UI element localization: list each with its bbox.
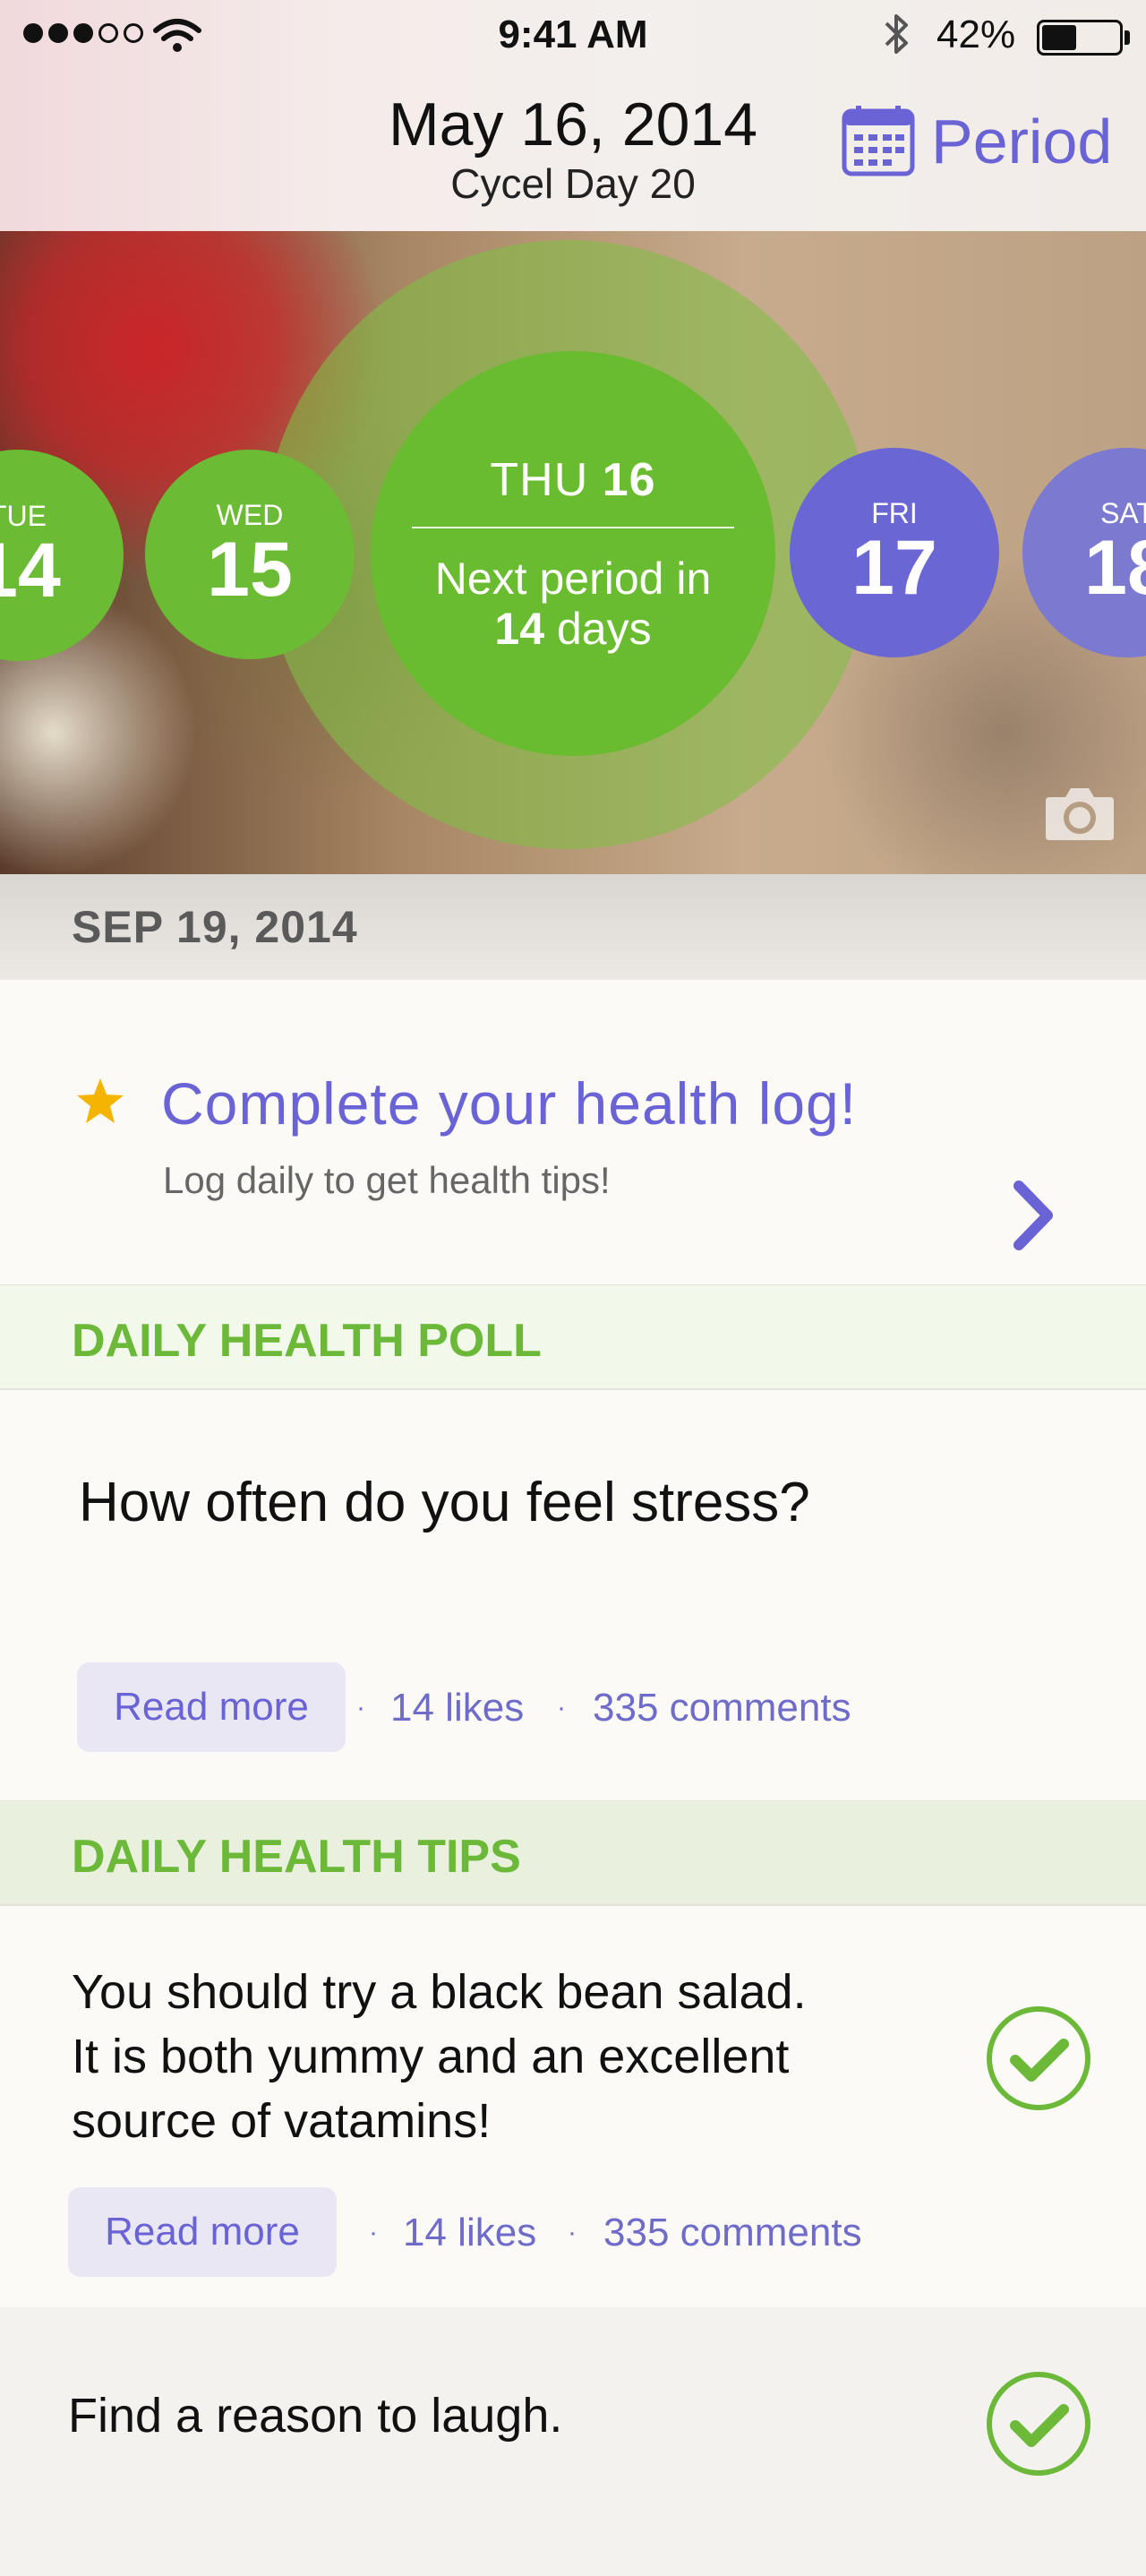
tip-text: You should try a black bean salad. It is… <box>72 1960 931 2153</box>
health-log-title: Complete your health log! <box>161 1070 858 1137</box>
battery-icon <box>1037 20 1123 56</box>
check-circle-icon[interactable] <box>985 2370 1092 2477</box>
next-period-count: 14 days <box>435 604 712 654</box>
day-name: FRI <box>871 497 918 529</box>
camera-icon[interactable] <box>1044 785 1116 842</box>
health-log-card[interactable]: Complete your health log! Log daily to g… <box>0 980 1146 1284</box>
poll-section-header: DAILY HEALTH POLL <box>0 1284 1146 1390</box>
tips-section-header: DAILY HEALTH TIPS <box>0 1800 1146 1906</box>
day-bubble-sat[interactable]: SAT 18 <box>1022 448 1146 657</box>
comments-count[interactable]: 335 comments <box>593 1686 851 1730</box>
comments-count[interactable]: 335 comments <box>603 2211 862 2255</box>
bluetooth-icon <box>885 14 908 54</box>
health-log-subtitle: Log daily to get health tips! <box>163 1159 611 1201</box>
chevron-right-icon <box>1013 1181 1053 1250</box>
poll-card: How often do you feel stress? Read more … <box>0 1390 1146 1800</box>
next-period-text: Next period in 14 days <box>435 554 712 654</box>
status-bar: 9:41 AM 42% <box>0 0 1146 72</box>
poll-question[interactable]: How often do you feel stress? <box>79 1471 810 1534</box>
cycle-day-label: Cycel Day 20 <box>450 160 696 207</box>
days-count: 14 <box>494 604 545 654</box>
read-more-button[interactable]: Read more <box>68 2187 337 2277</box>
read-more-button[interactable]: Read more <box>77 1662 346 1752</box>
divider <box>412 527 734 528</box>
tip-text: Find a reason to laugh. <box>68 2389 563 2443</box>
day-name: TUE <box>0 500 47 532</box>
date-strip: SEP 19, 2014 <box>0 874 1146 980</box>
day-bubble-tue[interactable]: TUE 14 <box>0 450 124 661</box>
likes-count[interactable]: 14 likes <box>390 1686 524 1730</box>
star-icon <box>77 1078 124 1123</box>
poll-section-title: DAILY HEALTH POLL <box>72 1315 542 1367</box>
days-suffix: days <box>556 604 652 654</box>
battery-percent: 42% <box>936 13 1016 56</box>
day-name: WED <box>216 499 284 531</box>
separator: · <box>369 2218 378 2247</box>
day-name: SAT <box>1100 497 1146 529</box>
day-number: 15 <box>207 527 293 613</box>
cycle-timeline: TUE 14 WED 15 THU 16 Next period in 14 d… <box>0 231 1146 874</box>
battery-tip <box>1125 30 1130 45</box>
section-date: SEP 19, 2014 <box>72 902 358 952</box>
app-screen: 9:41 AM 42% May 16, 2014 Cycel Day 20 Pe… <box>0 0 1146 2576</box>
selected-day-name: THU <box>490 454 589 506</box>
likes-count[interactable]: 14 likes <box>403 2211 536 2255</box>
header: 9:41 AM 42% May 16, 2014 Cycel Day 20 Pe… <box>0 0 1146 231</box>
separator: · <box>568 2218 577 2247</box>
day-number: 17 <box>851 525 937 611</box>
tip-card: You should try a black bean salad. It is… <box>0 1906 1146 2307</box>
tips-section-title: DAILY HEALTH TIPS <box>72 1831 521 1883</box>
battery-level <box>1042 25 1076 50</box>
day-bubble-wed[interactable]: WED 15 <box>145 450 355 659</box>
selected-day-number: 16 <box>602 454 656 506</box>
tip-line: source of vatamins! <box>72 2094 492 2148</box>
separator: · <box>356 1693 365 1722</box>
next-period-prefix: Next period in <box>434 554 712 604</box>
day-bubble-fri[interactable]: FRI 17 <box>790 448 999 657</box>
day-number: 14 <box>0 528 61 614</box>
tip-card: Find a reason to laugh. <box>0 2307 1146 2576</box>
tip-line: You should try a black bean salad. <box>72 1965 807 2019</box>
selected-day-bubble[interactable]: THU 16 Next period in 14 days <box>371 351 775 756</box>
selected-day-label: THU 16 <box>490 453 655 507</box>
page-title: May 16, 2014 <box>388 90 758 159</box>
tip-line: It is both yummy and an excellent <box>72 2030 790 2083</box>
period-button-label: Period <box>931 107 1113 176</box>
separator: · <box>557 1693 566 1722</box>
check-circle-icon[interactable] <box>985 2005 1092 2112</box>
period-button[interactable]: Period <box>842 106 1112 177</box>
calendar-icon <box>842 106 915 176</box>
day-number: 18 <box>1084 525 1146 611</box>
